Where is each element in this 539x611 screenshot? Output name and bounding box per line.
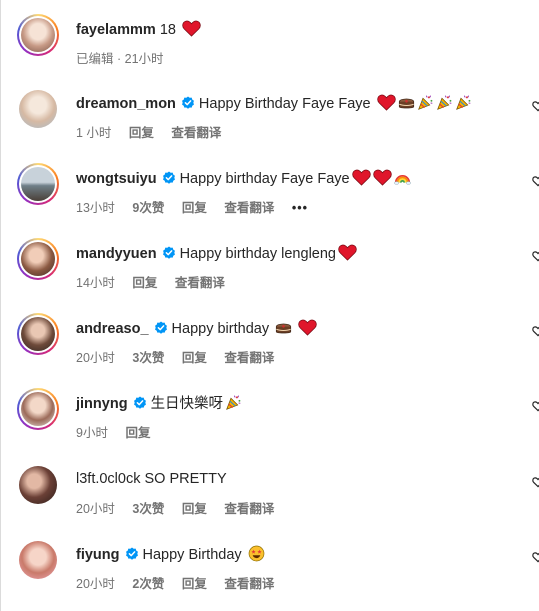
likes-count[interactable]: 3次赞 xyxy=(132,351,164,365)
comment-text: Happy birthday xyxy=(171,321,270,337)
username[interactable]: fayelammm xyxy=(76,22,156,38)
verified-badge-icon xyxy=(181,96,195,110)
party-popper-icon xyxy=(455,94,472,111)
timestamp: 13小时 xyxy=(76,201,115,215)
like-heart-outline-icon[interactable] xyxy=(532,100,539,112)
heart-icon xyxy=(182,20,201,37)
comment-text: Happy birthday Faye Faye xyxy=(179,171,350,187)
comment-item: jinnyng 生日快樂呀 9小时 回复 xyxy=(0,386,539,456)
like-heart-outline-icon[interactable] xyxy=(532,400,539,412)
timestamp: 9小时 xyxy=(76,426,108,440)
avatar-dreamon-mon[interactable] xyxy=(17,88,59,130)
comment-item: andreaso_ Happy birthday 20小时 3次赞 回复 查看翻译 xyxy=(0,311,539,381)
username[interactable]: mandyyuen xyxy=(76,246,157,262)
like-heart-outline-icon[interactable] xyxy=(532,551,539,563)
comment-item: wongtsuiyu Happy birthday Faye Faye 13小时 … xyxy=(0,161,539,231)
cake-emoji-icon xyxy=(398,94,415,111)
like-heart-outline-icon[interactable] xyxy=(532,250,539,262)
comment-text: Happy birthday lengleng xyxy=(179,246,336,262)
comment-meta: 14小时 回复 查看翻译 xyxy=(76,272,239,291)
timestamp: 20小时 xyxy=(76,577,115,591)
see-translation-button[interactable]: 查看翻译 xyxy=(224,502,274,516)
see-translation-button[interactable]: 查看翻译 xyxy=(175,276,225,290)
avatar-jinnyng[interactable] xyxy=(17,388,59,430)
likes-count[interactable]: 2次赞 xyxy=(132,577,164,591)
comment-text: 生日快樂呀 xyxy=(150,396,224,412)
rainbow-icon xyxy=(394,169,411,186)
party-popper-icon xyxy=(225,394,242,411)
timestamp: 20小时 xyxy=(76,351,115,365)
avatar-l3ft-0cl0ck[interactable] xyxy=(17,464,59,506)
verified-badge-icon xyxy=(162,171,176,185)
reply-button[interactable]: 回复 xyxy=(132,276,157,290)
heart-icon xyxy=(298,319,317,336)
timestamp: 20小时 xyxy=(76,502,115,516)
verified-badge-icon xyxy=(154,321,168,335)
timestamp: 1 小时 xyxy=(76,126,112,140)
reply-button[interactable]: 回复 xyxy=(182,502,207,516)
avatar-wongtsuiyu[interactable] xyxy=(17,163,59,205)
comment-item: mandyyuen Happy birthday lengleng 14小时 回复… xyxy=(0,236,539,306)
comment-item: dreamon_mon Happy Birthday Faye Faye 1 小时… xyxy=(0,86,539,156)
verified-badge-icon xyxy=(162,246,176,260)
likes-count[interactable]: 9次赞 xyxy=(132,201,164,215)
comment-meta: 9小时 回复 xyxy=(76,422,164,441)
username[interactable]: jinnyng xyxy=(76,396,128,412)
comment-item: fiyung Happy Birthday 20小时 2次赞 回复 查看翻译 xyxy=(0,537,539,607)
timestamp: 21小时 xyxy=(124,52,164,66)
verified-badge-icon xyxy=(125,547,139,561)
avatar-fayelammm[interactable] xyxy=(17,14,59,56)
reply-button[interactable]: 回复 xyxy=(129,126,154,140)
comment-text: Happy Birthday Faye Faye xyxy=(198,96,371,112)
like-heart-outline-icon[interactable] xyxy=(532,175,539,187)
comment-meta: 20小时 3次赞 回复 查看翻译 xyxy=(76,347,288,366)
comment-item: l3ft.0cl0ck SO PRETTY 20小时 3次赞 回复 查看翻译 xyxy=(0,462,539,532)
username[interactable]: wongtsuiyu xyxy=(76,171,157,187)
heart-icon xyxy=(373,169,392,186)
username[interactable]: andreaso_ xyxy=(76,321,149,337)
avatar-fiyung[interactable] xyxy=(17,539,59,581)
comment-meta: 1 小时 回复 查看翻译 xyxy=(76,122,235,141)
likes-count[interactable]: 3次赞 xyxy=(132,502,164,516)
comment-meta: 20小时 3次赞 回复 查看翻译 xyxy=(76,498,288,517)
reply-button[interactable]: 回复 xyxy=(182,201,207,215)
comment-meta: 13小时 9次赞 回复 查看翻译 ••• xyxy=(76,197,322,216)
like-heart-outline-icon[interactable] xyxy=(532,476,539,488)
heart-icon xyxy=(377,94,396,111)
username[interactable]: dreamon_mon xyxy=(76,96,176,112)
username[interactable]: fiyung xyxy=(76,547,120,563)
edited-label: 已编辑 xyxy=(76,52,114,66)
more-options-icon[interactable]: ••• xyxy=(292,201,308,215)
caption-text: 18 xyxy=(159,22,176,38)
avatar-andreaso[interactable] xyxy=(17,313,59,355)
heart-icon xyxy=(338,244,357,261)
party-popper-icon xyxy=(436,94,453,111)
see-translation-button[interactable]: 查看翻译 xyxy=(224,351,274,365)
caption-meta: 已编辑 · 21小时 xyxy=(76,52,164,66)
see-translation-button[interactable]: 查看翻译 xyxy=(224,577,274,591)
see-translation-button[interactable]: 查看翻译 xyxy=(171,126,221,140)
like-heart-outline-icon[interactable] xyxy=(532,325,539,337)
reply-button[interactable]: 回复 xyxy=(125,426,150,440)
verified-badge-icon xyxy=(133,396,147,410)
caption-row: fayelammm 18 已编辑 · 21小时 xyxy=(0,10,539,80)
cake-emoji-icon xyxy=(275,319,292,336)
heart-icon xyxy=(352,169,371,186)
party-popper-icon xyxy=(417,94,434,111)
avatar-mandyyuen[interactable] xyxy=(17,238,59,280)
star-struck-emoji-icon xyxy=(248,545,265,562)
see-translation-button[interactable]: 查看翻译 xyxy=(224,201,274,215)
comment-text: Happy Birthday xyxy=(142,547,242,563)
comment-meta: 20小时 2次赞 回复 查看翻译 xyxy=(76,573,288,592)
reply-button[interactable]: 回复 xyxy=(182,351,207,365)
comment-text: SO PRETTY xyxy=(144,471,227,487)
username[interactable]: l3ft.0cl0ck xyxy=(76,471,140,487)
reply-button[interactable]: 回复 xyxy=(182,577,207,591)
timestamp: 14小时 xyxy=(76,276,115,290)
